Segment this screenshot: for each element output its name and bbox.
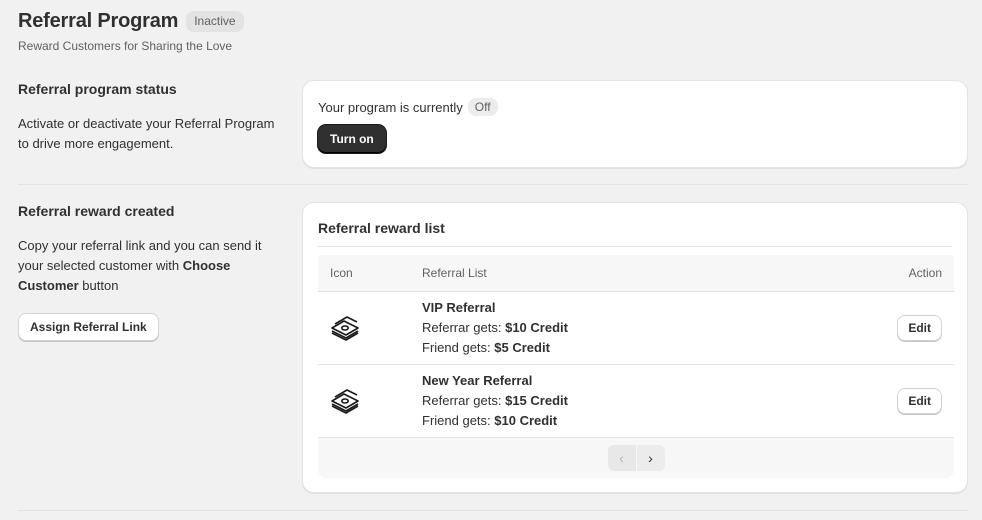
edit-button[interactable]: Edit: [897, 315, 942, 341]
bottom-divider: [18, 510, 968, 511]
reward-section-title: Referral reward created: [18, 203, 175, 219]
referrer-value: $15 Credit: [505, 393, 568, 408]
previous-page-button[interactable]: ‹: [607, 445, 636, 471]
reward-section-description: Copy your referral link and you can send…: [18, 236, 288, 296]
friend-label: Friend gets:: [422, 413, 495, 428]
page-subtitle: Reward Customers for Sharing the Love: [18, 39, 233, 53]
column-header-referral-list: Referral List: [422, 266, 487, 280]
status-section-info: Referral program status Activate or deac…: [18, 81, 288, 154]
referrer-reward: Referrar gets: $10 Credit: [422, 318, 854, 338]
reward-list-card: Referral reward list Icon Referral List …: [302, 202, 968, 493]
money-stack-icon: [318, 388, 422, 414]
referrer-reward: Referrar gets: $15 Credit: [422, 391, 854, 411]
pagination: ‹ ›: [318, 438, 954, 478]
friend-value: $10 Credit: [494, 413, 558, 428]
action-cell: Edit: [854, 388, 954, 414]
table-header: Icon Referral List Action: [318, 255, 954, 292]
status-pill: Off: [467, 98, 498, 116]
table-row: VIP Referral Referrar gets: $10 Credit F…: [318, 292, 954, 365]
friend-label: Friend gets:: [422, 340, 495, 355]
program-status-card: Your program is currently Off Turn on: [302, 80, 968, 168]
friend-reward: Friend gets: $5 Credit: [422, 338, 854, 358]
friend-reward: Friend gets: $10 Credit: [422, 411, 854, 431]
referrer-label: Referrar gets:: [422, 320, 506, 335]
referrer-value: $10 Credit: [505, 320, 568, 335]
status-line: Your program is currently Off: [318, 98, 498, 116]
referral-name: VIP Referral: [422, 300, 496, 315]
assign-referral-link-button[interactable]: Assign Referral Link: [18, 313, 159, 341]
reward-list-title: Referral reward list: [318, 220, 445, 236]
referral-details: New Year Referral Referrar gets: $15 Cre…: [422, 371, 854, 431]
status-badge: Inactive: [186, 11, 244, 32]
money-stack-icon: [318, 315, 422, 341]
reward-table: Icon Referral List Action VIP Referral R…: [318, 255, 954, 478]
action-cell: Edit: [854, 315, 954, 341]
column-header-icon: Icon: [330, 266, 353, 280]
table-row: New Year Referral Referrar gets: $15 Cre…: [318, 365, 954, 438]
status-text: Your program is currently: [318, 99, 463, 115]
page-title: Referral Program: [18, 10, 179, 32]
edit-button[interactable]: Edit: [897, 388, 942, 414]
status-section-title: Referral program status: [18, 81, 177, 97]
turn-on-button[interactable]: Turn on: [318, 125, 386, 153]
referral-name: New Year Referral: [422, 373, 533, 388]
section-divider: [18, 184, 968, 185]
reward-section-info: Referral reward created Copy your referr…: [18, 203, 288, 341]
next-page-button[interactable]: ›: [636, 445, 665, 471]
status-section-description: Activate or deactivate your Referral Pro…: [18, 116, 275, 151]
referral-details: VIP Referral Referrar gets: $10 Credit F…: [422, 298, 854, 358]
page-header: Referral Program Inactive Reward Custome…: [18, 10, 244, 53]
card-divider: [318, 246, 952, 247]
description-suffix: button: [78, 278, 119, 293]
column-header-action: Action: [908, 266, 942, 280]
pagination-controls: ‹ ›: [607, 445, 665, 471]
referrer-label: Referrar gets:: [422, 393, 506, 408]
friend-value: $5 Credit: [494, 340, 550, 355]
title-row: Referral Program Inactive: [18, 10, 244, 33]
